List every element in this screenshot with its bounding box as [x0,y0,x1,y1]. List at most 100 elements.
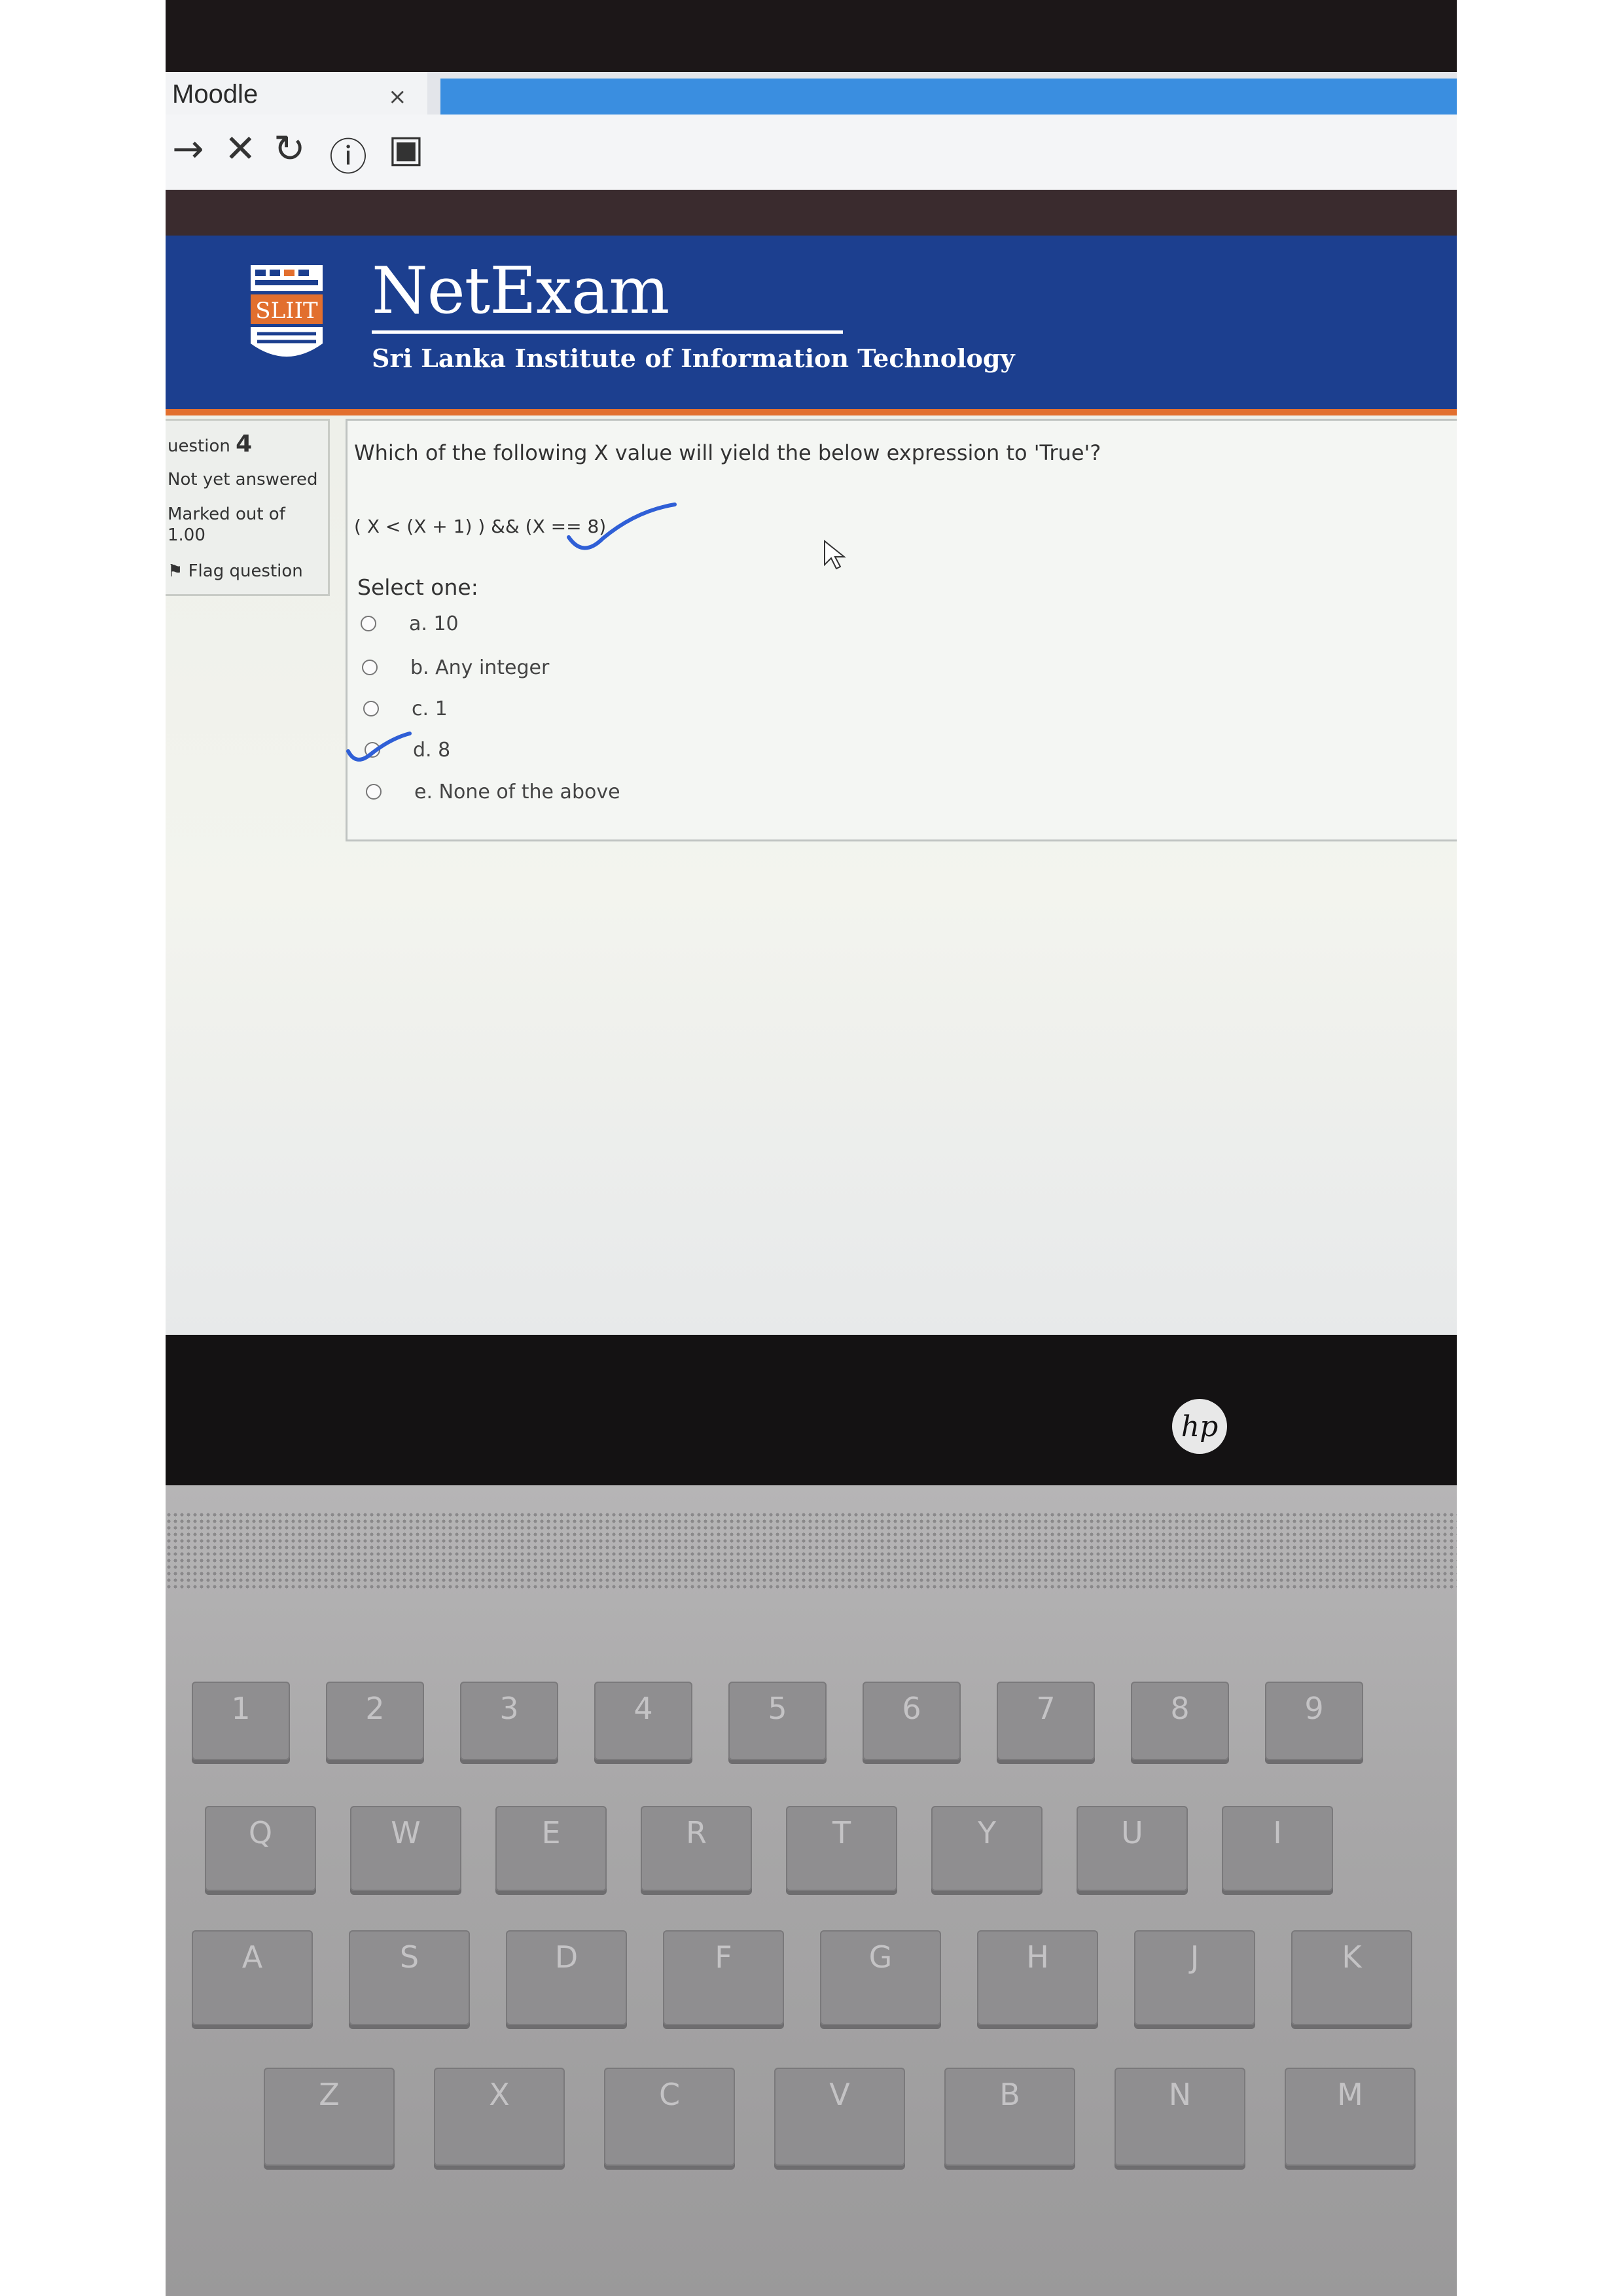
keyboard-key[interactable]: 5 [728,1682,827,1760]
keyboard-key[interactable]: K [1291,1930,1412,2025]
keyboard-key[interactable]: X [434,2068,565,2166]
keyboard-key[interactable]: 9 [1265,1682,1363,1760]
keyboard-deck: 1 2 3 4 5 6 7 8 9 Q W E R T Y U I A S D F G H J K Z X C V B N M [166,1485,1457,2296]
keyboard-key[interactable]: V [774,2068,905,2166]
keyboard-key[interactable]: D [506,1930,627,2025]
answer-status: Not yet answered [168,470,318,489]
key-label: E [541,1815,561,1850]
keyboard-key[interactable]: H [977,1930,1098,2025]
stop-icon[interactable]: ✕ [224,126,257,171]
keyboard-key[interactable]: 7 [997,1682,1095,1760]
institute-name: Sri Lanka Institute of Information Techn… [372,344,1015,373]
sliit-logo: SLIIT [251,265,323,357]
key-label: N [1168,2077,1192,2112]
browser-toolbar: → ✕ ↻ ⓘ ▣ [166,115,1457,190]
keyboard-key[interactable]: 2 [326,1682,424,1760]
key-label: F [715,1939,732,1975]
question-text: Which of the following X value will yiel… [354,440,1101,465]
key-label: T [832,1815,851,1850]
moodle-page: SLIIT NetExam Sri Lanka Institute of Inf… [166,236,1457,1335]
keyboard-key[interactable]: 1 [192,1682,290,1760]
keyboard-key[interactable]: 6 [863,1682,961,1760]
pen-checkmark-expression [567,503,677,550]
keyboard-key[interactable]: J [1134,1930,1255,2025]
keyboard-key[interactable]: S [349,1930,470,2025]
keyboard-key[interactable]: T [786,1806,897,1891]
option-label: d. 8 [413,738,451,762]
key-label: C [658,2077,681,2112]
tab-title: Moodle [172,80,259,109]
radio-button[interactable] [361,616,376,631]
keyboard-key[interactable]: N [1115,2068,1245,2166]
question-label: uestion [168,436,230,456]
back-arrow-icon[interactable]: → [172,126,204,171]
brand-divider [372,330,843,334]
keyboard-key[interactable]: B [944,2068,1075,2166]
screen-top-band [166,190,1457,239]
answer-option-c[interactable]: c. 1 [363,696,448,722]
key-label: 9 [1304,1691,1324,1726]
key-label: R [686,1815,707,1850]
svg-text:hp: hp [1181,1410,1219,1443]
tab-close-button[interactable]: × [388,84,407,110]
keyboard-key[interactable]: 8 [1131,1682,1229,1760]
marked-out-of-label: Marked out of [168,504,285,524]
speaker-grille [166,1511,1457,1590]
keyboard-key[interactable]: I [1222,1806,1333,1891]
keyboard-key[interactable]: F [663,1930,784,2025]
radio-button[interactable] [366,784,382,800]
keyboard-key[interactable]: U [1077,1806,1188,1891]
question-number-line: uestion 4 [168,431,252,457]
keyboard-key[interactable]: R [641,1806,752,1891]
netexam-banner: SLIIT NetExam Sri Lanka Institute of Inf… [166,236,1457,415]
reload-icon[interactable]: ↻ [274,126,306,171]
key-label: 7 [1036,1691,1056,1726]
keyboard-key[interactable]: M [1285,2068,1416,2166]
key-label: 8 [1170,1691,1190,1726]
svg-text:SLIIT: SLIIT [255,298,318,324]
answer-option-e[interactable]: e. None of the above [366,779,620,805]
keyboard-key[interactable]: G [820,1930,941,2025]
answer-option-a[interactable]: a. 10 [361,610,459,637]
flag-question-link[interactable]: ⚑ Flag question [168,561,303,581]
option-label: b. Any integer [410,656,550,679]
option-label: a. 10 [409,612,459,635]
key-label: 6 [902,1691,921,1726]
keyboard-key[interactable]: Y [931,1806,1043,1891]
key-label: V [829,2077,850,2112]
key-label: 4 [633,1691,653,1726]
keyboard-key[interactable]: Q [205,1806,316,1891]
radio-button[interactable] [362,660,378,675]
answer-option-b[interactable]: b. Any integer [362,654,549,680]
key-label: Y [977,1815,997,1850]
keyboard-key[interactable]: E [495,1806,607,1891]
key-label: 1 [231,1691,251,1726]
keyboard-key[interactable]: Z [264,2068,395,2166]
key-label: Q [248,1815,273,1850]
key-label: 5 [768,1691,787,1726]
key-label: I [1273,1815,1282,1850]
option-label: c. 1 [412,697,448,720]
laptop-bezel: hp [166,1335,1457,1485]
question-number: 4 [236,431,253,457]
radio-button[interactable] [363,701,379,716]
keyboard-key[interactable]: 3 [460,1682,558,1760]
key-label: H [1026,1939,1049,1975]
key-label: A [241,1939,263,1975]
keyboard-key[interactable]: 4 [594,1682,692,1760]
flag-question-label: Flag question [188,561,303,581]
key-label: U [1121,1815,1143,1850]
keyboard-key[interactable]: C [604,2068,735,2166]
key-label: K [1342,1939,1362,1975]
reader-icon[interactable]: ▣ [388,126,424,171]
keyboard-key[interactable]: W [350,1806,461,1891]
key-label: D [554,1939,579,1975]
keyboard-key[interactable]: A [192,1930,313,2025]
laptop-photo: Moodle × → ✕ ↻ ⓘ ▣ SLIIT NetExam Sri Lan… [166,0,1457,2296]
key-label: 2 [365,1691,385,1726]
question-card: Which of the following X value will yiel… [346,419,1457,841]
key-label: X [489,2077,510,2112]
key-label: S [399,1939,419,1975]
key-label: J [1190,1939,1200,1975]
info-icon[interactable]: ⓘ [329,126,367,181]
